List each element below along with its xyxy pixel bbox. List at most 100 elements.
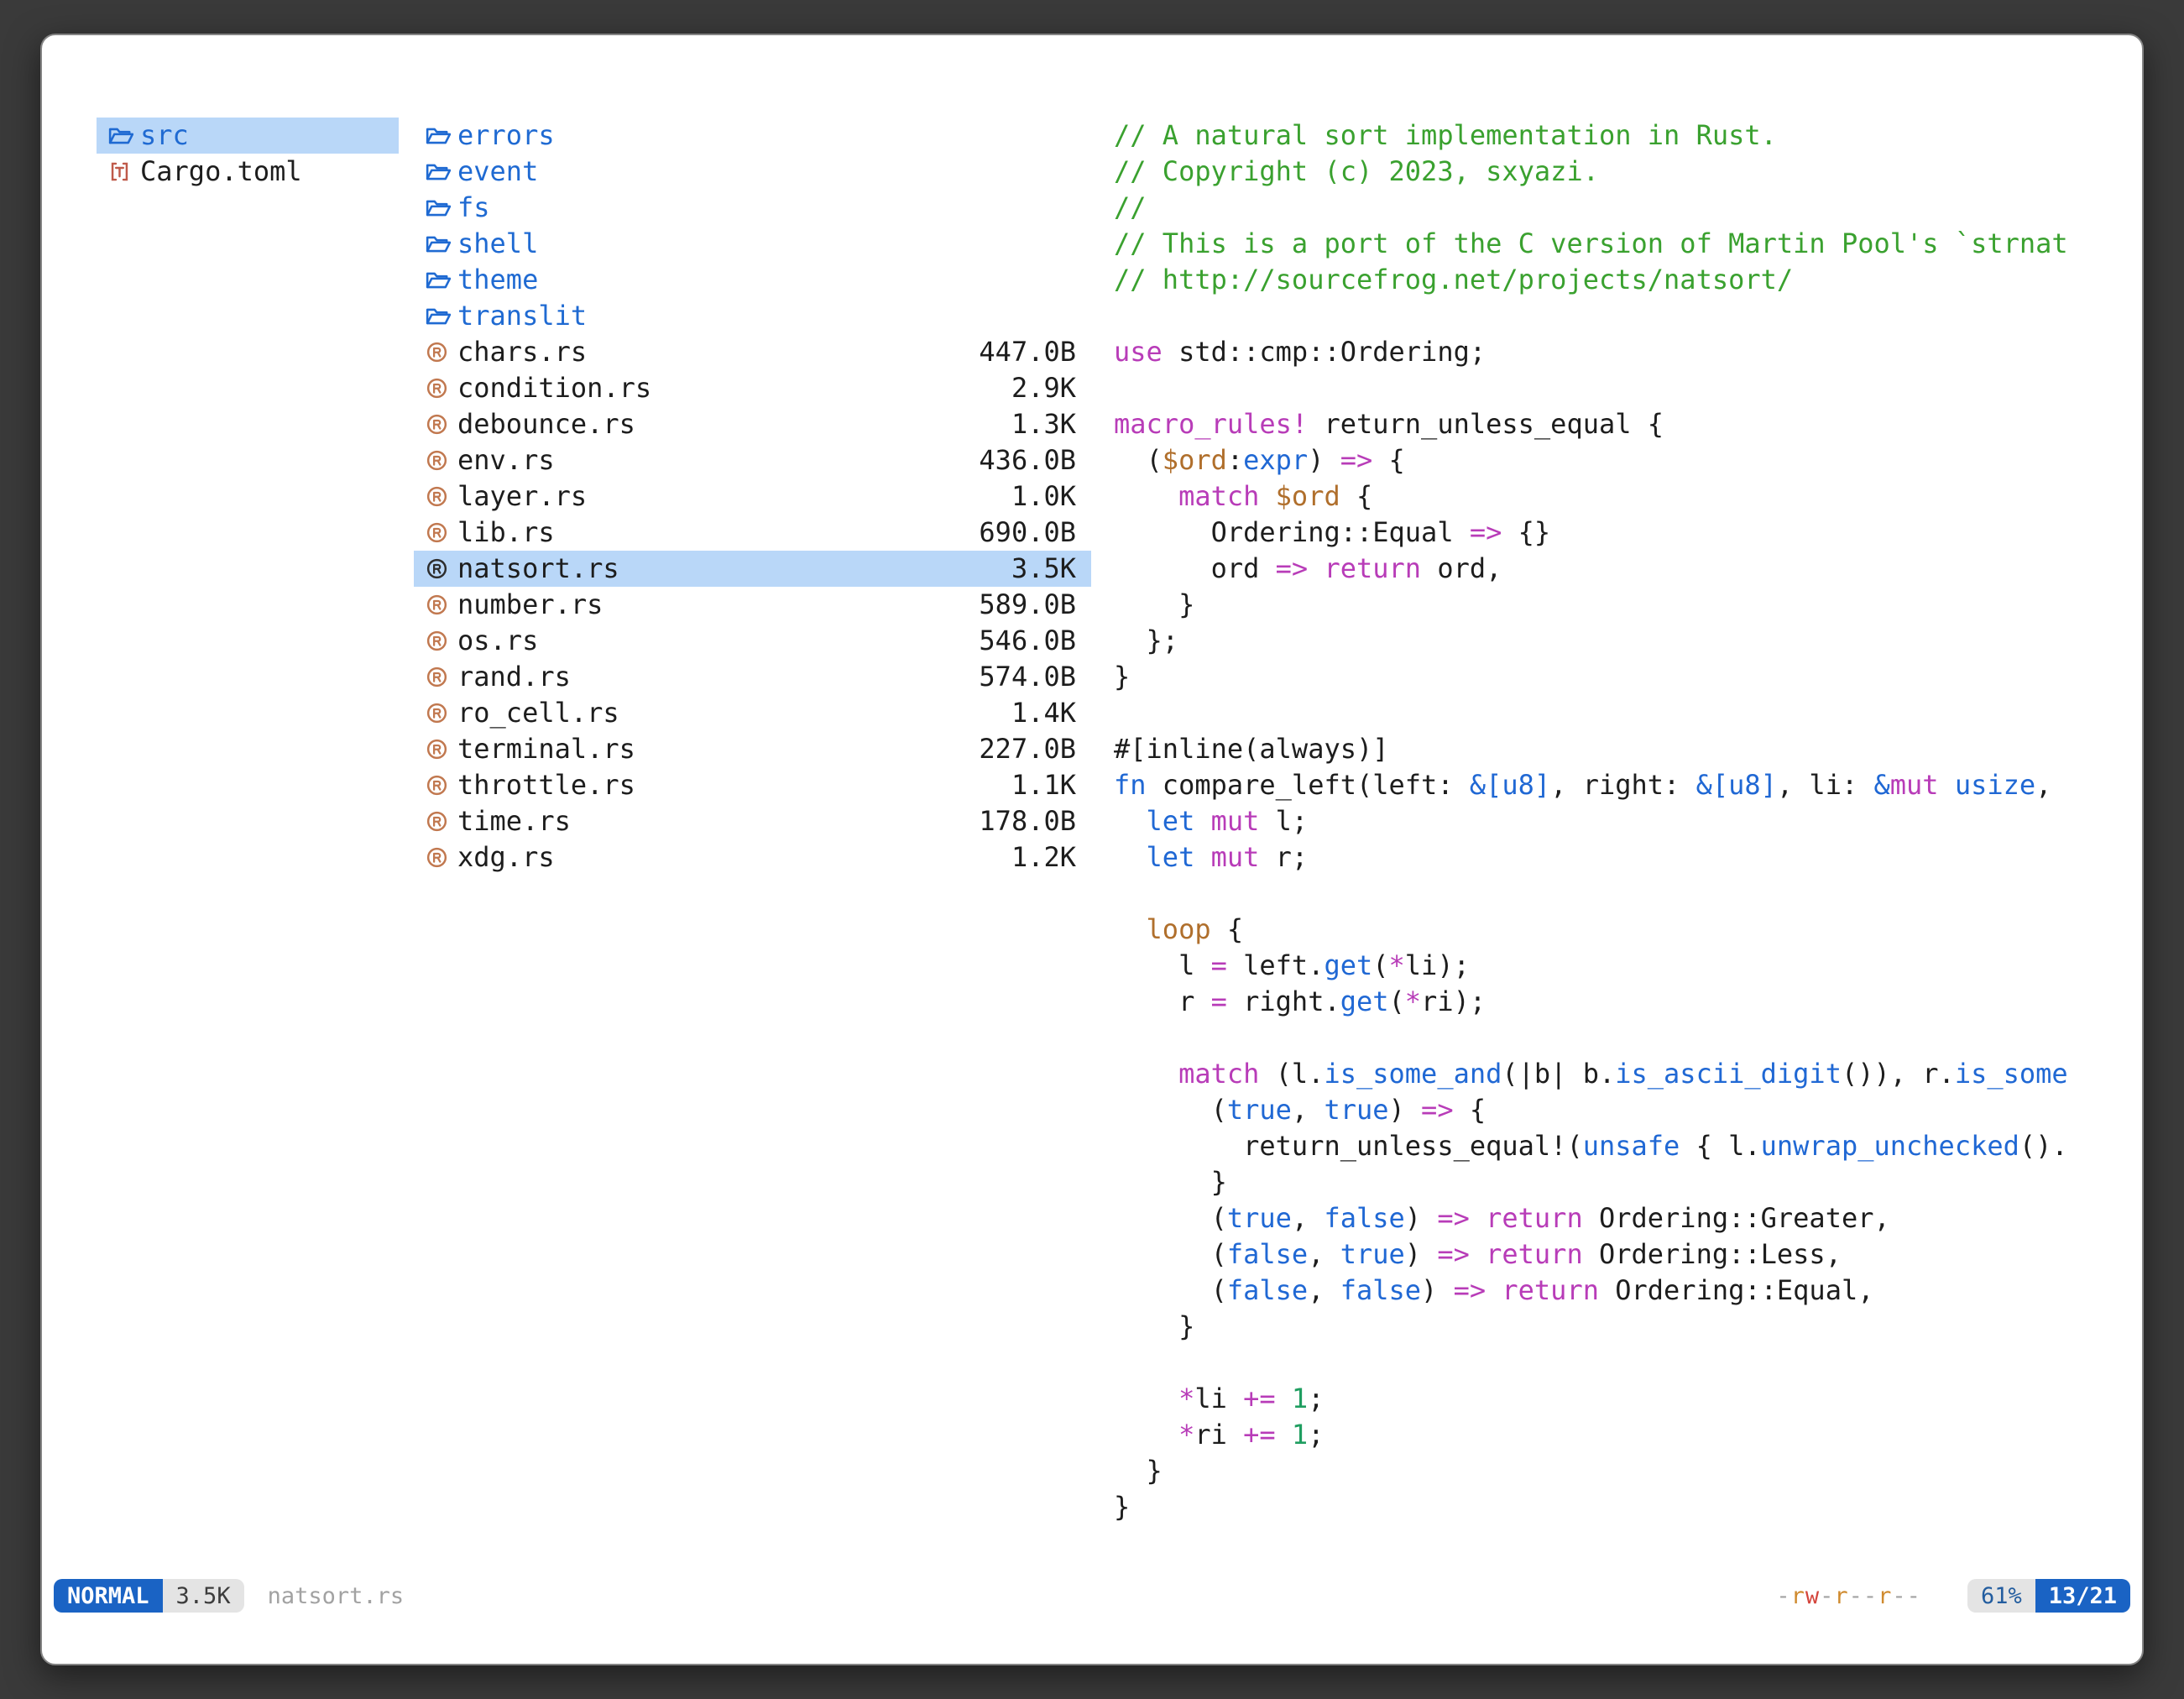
code-line <box>1114 695 2142 731</box>
file-size-badge: 3.5K <box>163 1579 244 1613</box>
entry-name: time.rs <box>457 803 571 839</box>
rust-file-icon <box>426 629 454 654</box>
code-line: // http://sourcefrog.net/projects/natsor… <box>1114 262 2142 298</box>
entry-name: natsort.rs <box>457 551 619 587</box>
entry-name: shell <box>457 226 538 262</box>
parent-directory-pane: srcCargo.toml <box>97 118 399 190</box>
code-line: (false, false) => return Ordering::Equal… <box>1114 1273 2142 1309</box>
status-filename: natsort.rs <box>268 1583 405 1609</box>
entry-size: 227.0B <box>635 731 1076 767</box>
entry-name: src <box>140 118 189 154</box>
entry-size: 436.0B <box>555 442 1076 478</box>
entry-size: 1.0K <box>587 478 1076 515</box>
code-line <box>1114 876 2142 912</box>
rust-file-icon <box>426 448 454 473</box>
entry-size: 574.0B <box>571 659 1076 695</box>
entry-name: theme <box>457 262 538 298</box>
file-row-throttle.rs[interactable]: throttle.rs1.1K <box>414 767 1091 803</box>
file-permissions: -rw-r--r-- <box>1776 1583 1921 1609</box>
entry-size: 1.2K <box>555 839 1076 876</box>
file-row-env.rs[interactable]: env.rs436.0B <box>414 442 1091 478</box>
file-row-condition.rs[interactable]: condition.rs2.9K <box>414 370 1091 406</box>
folder-row-theme[interactable]: theme <box>414 262 1091 298</box>
code-line: } <box>1114 1489 2142 1525</box>
file-row-Cargo.toml[interactable]: Cargo.toml <box>97 154 399 190</box>
file-row-terminal.rs[interactable]: terminal.rs227.0B <box>414 731 1091 767</box>
file-row-natsort.rs[interactable]: natsort.rs3.5K <box>414 551 1091 587</box>
folder-open-icon <box>426 268 454 293</box>
cursor-position-badge: 13/21 <box>2035 1579 2130 1613</box>
file-row-number.rs[interactable]: number.rs589.0B <box>414 587 1091 623</box>
entry-name: lib.rs <box>457 515 555 551</box>
folder-open-icon <box>426 159 454 185</box>
file-row-layer.rs[interactable]: layer.rs1.0K <box>414 478 1091 515</box>
code-line: // A natural sort implementation in Rust… <box>1114 118 2142 154</box>
code-line: (false, true) => return Ordering::Less, <box>1114 1236 2142 1273</box>
folder-row-event[interactable]: event <box>414 154 1091 190</box>
folder-open-icon <box>426 123 454 149</box>
entry-size: 1.3K <box>635 406 1076 442</box>
entry-size: 1.1K <box>635 767 1076 803</box>
rust-file-icon <box>426 593 454 618</box>
file-row-chars.rs[interactable]: chars.rs447.0B <box>414 334 1091 370</box>
file-row-os.rs[interactable]: os.rs546.0B <box>414 623 1091 659</box>
file-row-time.rs[interactable]: time.rs178.0B <box>414 803 1091 839</box>
file-preview-pane[interactable]: // A natural sort implementation in Rust… <box>1114 118 2142 1538</box>
folder-row-translit[interactable]: translit <box>414 298 1091 334</box>
folder-open-icon <box>426 232 454 257</box>
code-line: // This is a port of the C version of Ma… <box>1114 226 2142 262</box>
entry-name: condition.rs <box>457 370 651 406</box>
file-row-debounce.rs[interactable]: debounce.rs1.3K <box>414 406 1091 442</box>
entry-size: 447.0B <box>587 334 1076 370</box>
folder-row-fs[interactable]: fs <box>414 190 1091 226</box>
status-left: NORMAL3.5K natsort.rs <box>54 1579 404 1613</box>
code-line: fn compare_left(left: &[u8], right: &[u8… <box>1114 767 2142 803</box>
entry-name: terminal.rs <box>457 731 635 767</box>
folder-row-errors[interactable]: errors <box>414 118 1091 154</box>
code-line: // Copyright (c) 2023, sxyazi. <box>1114 154 2142 190</box>
code-line: ord => return ord, <box>1114 551 2142 587</box>
entry-size: 546.0B <box>538 623 1076 659</box>
entry-name: ro_cell.rs <box>457 695 619 731</box>
entry-name: os.rs <box>457 623 538 659</box>
folder-row-shell[interactable]: shell <box>414 226 1091 262</box>
entry-name: xdg.rs <box>457 839 555 876</box>
entry-name: layer.rs <box>457 478 587 515</box>
code-line: }; <box>1114 623 2142 659</box>
rust-file-icon <box>426 484 454 510</box>
rust-file-icon <box>426 520 454 546</box>
code-line: macro_rules! return_unless_equal { <box>1114 406 2142 442</box>
rust-file-icon <box>426 773 454 798</box>
entry-size: 2.9K <box>651 370 1076 406</box>
code-line <box>1114 1345 2142 1381</box>
code-line: match $ord { <box>1114 478 2142 515</box>
yazi-file-manager-window: srcCargo.toml errorseventfsshellthemetra… <box>40 34 2144 1665</box>
file-row-rand.rs[interactable]: rand.rs574.0B <box>414 659 1091 695</box>
code-line: let mut l; <box>1114 803 2142 839</box>
rust-file-icon <box>426 737 454 762</box>
rust-file-icon <box>426 376 454 401</box>
code-line: ($ord:expr) => { <box>1114 442 2142 478</box>
code-line: } <box>1114 587 2142 623</box>
status-right: -rw-r--r-- 61%13/21 <box>1776 1579 2130 1613</box>
code-line: match (l.is_some_and(|b| b.is_ascii_digi… <box>1114 1056 2142 1092</box>
entry-name: rand.rs <box>457 659 571 695</box>
entry-size: 690.0B <box>555 515 1076 551</box>
file-row-ro_cell.rs[interactable]: ro_cell.rs1.4K <box>414 695 1091 731</box>
rust-file-icon <box>426 665 454 690</box>
entry-name: number.rs <box>457 587 603 623</box>
entry-name: errors <box>457 118 555 154</box>
code-line: r = right.get(*ri); <box>1114 984 2142 1020</box>
code-line: use std::cmp::Ordering; <box>1114 334 2142 370</box>
code-line: } <box>1114 1453 2142 1489</box>
entry-name: debounce.rs <box>457 406 635 442</box>
folder-open-icon <box>108 123 137 149</box>
code-line <box>1114 1020 2142 1056</box>
rust-file-icon <box>426 845 454 870</box>
entry-size: 3.5K <box>619 551 1076 587</box>
file-row-lib.rs[interactable]: lib.rs690.0B <box>414 515 1091 551</box>
folder-row-src[interactable]: src <box>97 118 399 154</box>
current-directory-pane: errorseventfsshellthemetranslitchars.rs4… <box>414 118 1091 876</box>
rust-file-icon <box>426 701 454 726</box>
file-row-xdg.rs[interactable]: xdg.rs1.2K <box>414 839 1091 876</box>
